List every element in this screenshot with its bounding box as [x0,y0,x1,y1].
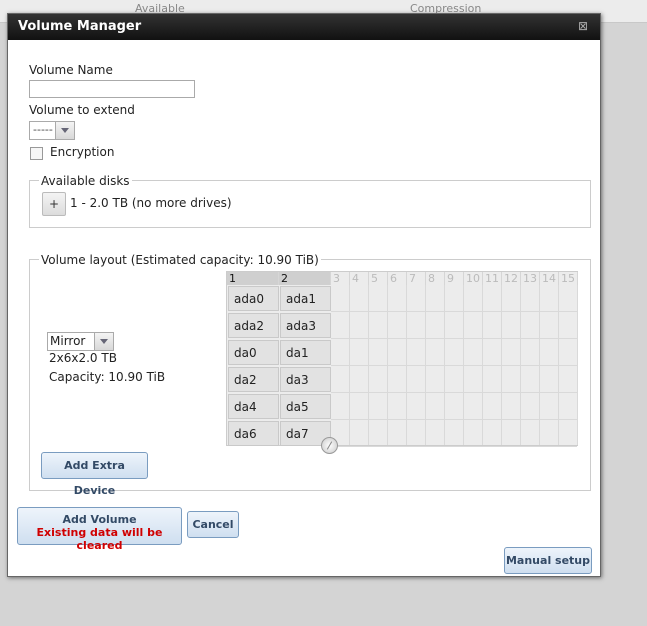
volume-name-label: Volume Name [29,63,113,77]
grid-column-header: 4 [350,272,369,285]
chevron-down-icon [100,339,108,344]
grid-row-line [331,446,577,447]
dropdown-button[interactable] [94,333,113,350]
grid-column-header: 14 [540,272,559,285]
grid-resize-handle[interactable] [321,437,338,454]
disk-item[interactable]: ada2 [228,313,279,338]
grid-row-line [331,365,577,366]
grid-column-header: 2 [279,272,331,285]
add-extra-device-button[interactable]: Add Extra Device [41,452,148,497]
volume-name-input[interactable] [29,80,195,98]
disk-item[interactable]: ada0 [228,286,279,311]
volume-layout-legend: Volume layout (Estimated capacity: 10.90… [39,253,321,267]
available-disks-legend: Available disks [39,174,132,188]
disk-item[interactable]: da2 [228,367,279,392]
dialog-titlebar[interactable]: Volume Manager ⊠ [8,14,600,40]
disk-item[interactable]: da3 [280,367,331,392]
disk-item[interactable]: da6 [228,421,279,446]
grid-column-header: 11 [483,272,502,285]
disk-item[interactable]: da0 [228,340,279,365]
add-volume-warning: Existing data will be cleared [36,526,163,552]
dialog-title: Volume Manager [18,19,142,34]
encryption-label: Encryption [50,145,115,159]
grid-column-header: 3 [331,272,350,285]
add-volume-button[interactable]: Add Volume Existing data will be cleared [17,507,182,552]
grid-row-line [331,311,577,312]
disk-item[interactable]: da5 [280,394,331,419]
grid-column-header: 13 [521,272,540,285]
layout-capacity: Capacity: 10.90 TiB [49,370,166,384]
grid-column-header: 9 [445,272,464,285]
grid-column-header: 6 [388,272,407,285]
grid-row-line [331,419,577,420]
manual-setup-button[interactable]: Manual setup [504,547,592,574]
encryption-checkbox[interactable] [30,147,43,160]
volume-manager-dialog: Volume Manager ⊠ Volume Name Volume to e… [7,13,601,577]
disk-item[interactable]: da1 [280,340,331,365]
layout-type-select[interactable]: Mirror [47,332,114,351]
grid-column-header: 1 [227,272,279,285]
grid-column-header: 10 [464,272,483,285]
grid-column-header: 8 [426,272,445,285]
disk-item[interactable]: da4 [228,394,279,419]
grid-column-line [577,285,578,445]
grid-column-header: 12 [502,272,521,285]
layout-geometry: 2x6x2.0 TB [49,351,117,365]
grid-column-header: 7 [407,272,426,285]
disk-item[interactable]: ada1 [280,286,331,311]
disk-layout-grid[interactable]: 1 2 3 4 5 6 7 8 9 10 11 12 13 14 15 ada0 ada1 ada2 ada3 da0… [226,271,578,447]
cancel-button[interactable]: Cancel [187,511,239,538]
volume-to-extend-label: Volume to extend [29,103,135,117]
grid-row-line [331,338,577,339]
add-disk-group-button[interactable]: + [42,192,66,216]
chevron-down-icon [61,128,69,133]
close-icon[interactable]: ⊠ [578,19,588,33]
layout-type-value: Mirror [50,334,86,348]
volume-to-extend-select[interactable]: ----- [29,121,75,140]
disk-item[interactable]: ada3 [280,313,331,338]
add-volume-label: Add Volume [62,513,137,526]
grid-column-header: 5 [369,272,388,285]
grid-row-line [331,392,577,393]
dropdown-button[interactable] [55,122,74,139]
grid-column-header: 15 [559,272,578,285]
volume-to-extend-value: ----- [33,123,53,136]
available-disks-summary: 1 - 2.0 TB (no more drives) [70,196,232,210]
